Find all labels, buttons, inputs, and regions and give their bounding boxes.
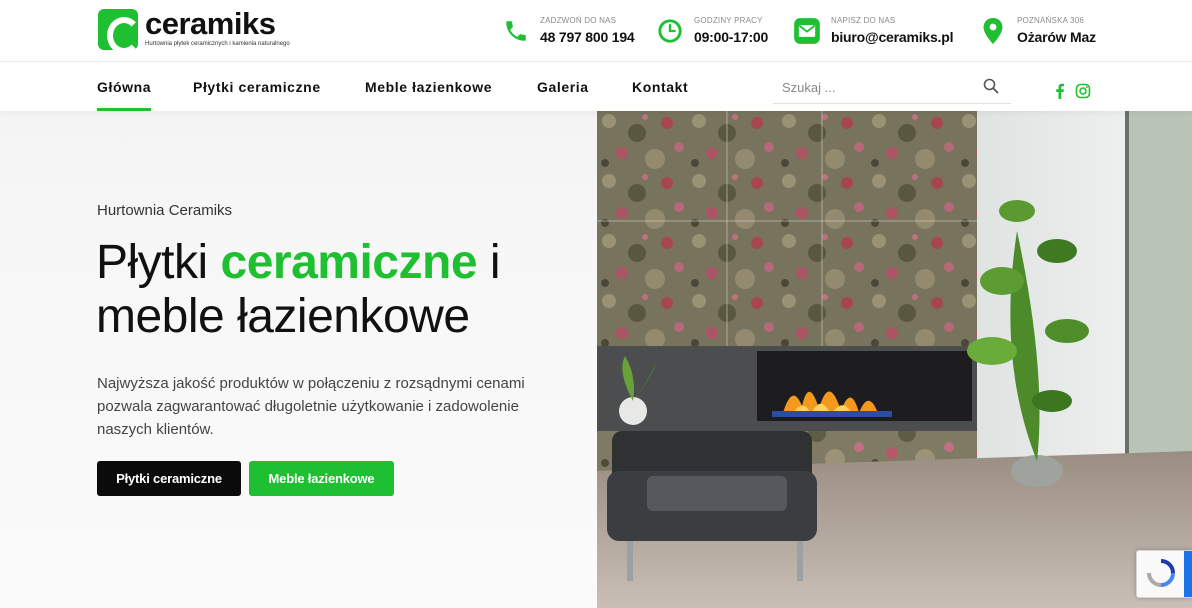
contact-hours: GODZINY PRACY 09:00-17:00	[656, 15, 768, 47]
nav-item-glowna[interactable]: Główna	[97, 79, 152, 111]
logo-name: ceramiks	[145, 6, 276, 41]
nav-item-meble[interactable]: Meble łazienkowe	[365, 79, 492, 95]
recaptcha-badge[interactable]	[1136, 550, 1192, 598]
map-pin-icon	[979, 17, 1007, 45]
contact-label: NAPISZ DO NAS	[831, 16, 896, 25]
contact-address[interactable]: POZNAŃSKA 306 Ożarów Maz	[979, 15, 1096, 47]
recaptcha-strip	[1184, 551, 1192, 597]
tiles-button[interactable]: Płytki ceramiczne	[97, 461, 241, 496]
hero-headline: Płytki ceramiczne i meble łazienkowe	[96, 236, 576, 344]
hero-section: Hurtownia Ceramiks Płytki ceramiczne i m…	[0, 111, 1192, 608]
logo-tagline: Hurtownia płytek ceramicznych i kamienia…	[145, 41, 290, 47]
facebook-icon[interactable]	[1052, 83, 1068, 99]
search-input[interactable]	[773, 72, 973, 102]
logo-c-icon	[98, 9, 141, 54]
logo[interactable]: ceramiks Hurtownia płytek ceramicznych i…	[98, 6, 290, 54]
hero-image	[597, 111, 1192, 608]
nav-item-kontakt[interactable]: Kontakt	[632, 79, 688, 95]
contact-label: GODZINY PRACY	[694, 16, 763, 25]
furniture-button[interactable]: Meble łazienkowe	[249, 461, 394, 496]
phone-icon	[502, 17, 530, 45]
recaptcha-icon	[1147, 559, 1175, 587]
contact-label: ZADZWOŃ DO NAS	[540, 16, 617, 25]
search-icon[interactable]	[983, 78, 1001, 96]
contact-value: biuro@ceramiks.pl	[831, 29, 954, 45]
contact-email[interactable]: NAPISZ DO NAS biuro@ceramiks.pl	[793, 15, 953, 47]
instagram-icon[interactable]	[1075, 83, 1091, 99]
top-bar: ceramiks Hurtownia płytek ceramicznych i…	[0, 0, 1192, 62]
hero-eyebrow: Hurtownia Ceramiks	[97, 202, 233, 219]
main-nav: Główna Płytki ceramiczne Meble łazienkow…	[0, 62, 1192, 111]
contact-value: Ożarów Maz	[1017, 29, 1096, 45]
nav-item-plytki[interactable]: Płytki ceramiczne	[193, 79, 321, 95]
headline-accent: ceramiczne	[220, 236, 478, 289]
contact-phone[interactable]: ZADZWOŃ DO NAS 48 797 800 194	[502, 15, 635, 47]
search-box	[773, 72, 1011, 104]
contact-value: 09:00-17:00	[694, 29, 769, 45]
headline-pre: Płytki	[96, 236, 221, 289]
envelope-icon	[793, 17, 821, 45]
clock-icon	[656, 17, 684, 45]
hero-content: Hurtownia Ceramiks Płytki ceramiczne i m…	[0, 111, 597, 608]
contact-value: 48 797 800 194	[540, 29, 635, 45]
nav-item-galeria[interactable]: Galeria	[537, 79, 589, 95]
hero-lead: Najwyższa jakość produktów w połączeniu …	[97, 375, 525, 438]
contact-label: POZNAŃSKA 306	[1017, 16, 1085, 25]
